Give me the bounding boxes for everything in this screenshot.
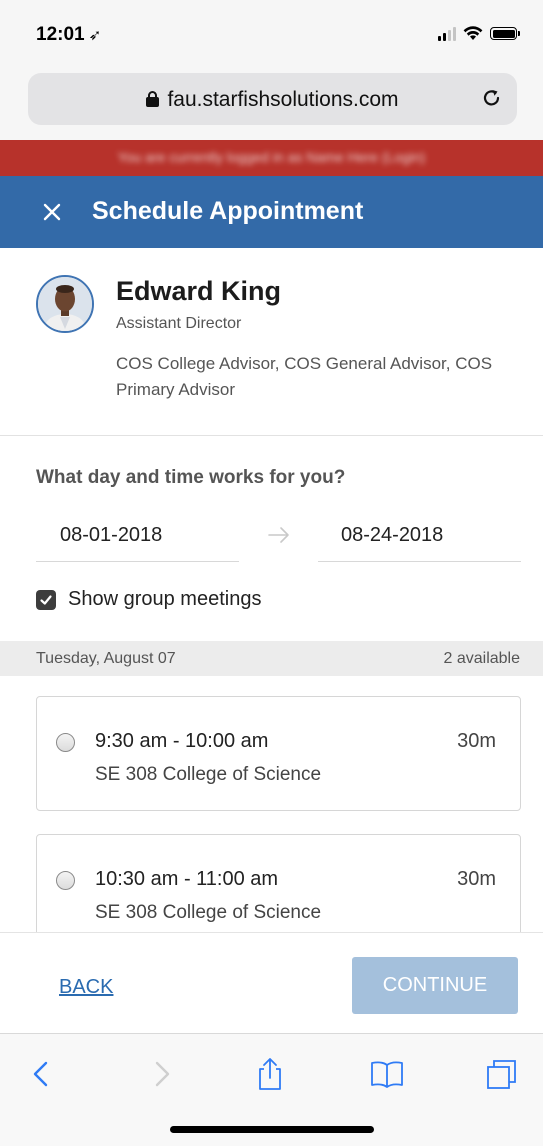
share-icon[interactable] — [252, 1056, 288, 1092]
wifi-icon — [463, 26, 483, 40]
slot-time: 10:30 am - 11:00 am — [95, 868, 279, 890]
day-label: Tuesday, August 07 — [36, 650, 176, 667]
day-header: Tuesday, August 07 2 available — [0, 641, 543, 676]
continue-button[interactable]: CONTINUE — [352, 957, 518, 1014]
app-header: Schedule Appointment — [0, 176, 543, 248]
status-bar: 12:01 ➶ — [0, 0, 543, 66]
advisor-title: Assistant Director — [116, 315, 242, 332]
show-group-meetings-toggle[interactable]: Show group meetings — [36, 588, 261, 611]
url-display[interactable]: fau.starfishsolutions.com — [28, 88, 517, 112]
avatar-image — [38, 277, 92, 331]
radio-icon[interactable] — [56, 871, 75, 890]
arrow-right-icon — [268, 527, 289, 543]
footer-actions: BACK CONTINUE — [0, 932, 543, 1033]
url-text: fau.starfishsolutions.com — [167, 88, 399, 111]
lock-icon — [146, 91, 160, 107]
alert-banner-text: You are currently logged in as Name Here… — [117, 149, 426, 165]
time-slot-option[interactable]: 9:30 am - 10:00 am 30m SE 308 College of… — [36, 696, 521, 811]
end-date-field[interactable]: 08-24-2018 — [318, 508, 521, 562]
slot-location: SE 308 College of Science — [95, 902, 322, 923]
avatar — [36, 275, 94, 333]
battery-icon — [490, 27, 520, 40]
url-bar[interactable]: fau.starfishsolutions.com — [28, 73, 517, 125]
close-icon[interactable] — [40, 200, 64, 224]
back-icon[interactable] — [24, 1056, 60, 1092]
radio-icon[interactable] — [56, 733, 75, 752]
status-icons — [438, 26, 520, 41]
tabs-icon[interactable] — [484, 1056, 520, 1092]
advisor-roles: COS College Advisor, COS General Advisor… — [116, 354, 493, 399]
location-arrow-icon: ➶ — [88, 27, 102, 44]
advisor-name: Edward King — [116, 276, 282, 306]
date-question: What day and time works for you? — [36, 467, 346, 488]
slot-location: SE 308 College of Science — [95, 764, 322, 785]
status-time-text: 12:01 — [36, 24, 85, 45]
home-indicator[interactable] — [170, 1126, 374, 1133]
browser-url-area: fau.starfishsolutions.com — [0, 66, 543, 140]
slot-duration: 30m — [457, 868, 496, 890]
bookmarks-icon[interactable] — [369, 1056, 405, 1092]
alert-banner: You are currently logged in as Name Here… — [0, 140, 543, 176]
back-button[interactable]: BACK — [59, 976, 113, 999]
reload-icon[interactable] — [480, 86, 504, 110]
available-count: 2 available — [443, 650, 521, 667]
page-title: Schedule Appointment — [92, 197, 364, 225]
start-date-field[interactable]: 08-01-2018 — [36, 508, 239, 562]
advisor-card: Edward King Assistant Director COS Colle… — [0, 248, 543, 436]
status-time: 12:01 ➶ — [36, 24, 101, 46]
checkbox-checked-icon[interactable] — [36, 589, 56, 610]
forward-icon[interactable] — [143, 1056, 179, 1092]
show-group-meetings-label: Show group meetings — [68, 588, 262, 610]
slot-time: 9:30 am - 10:00 am — [95, 730, 269, 752]
signal-icon — [438, 26, 456, 41]
slot-duration: 30m — [457, 730, 496, 752]
